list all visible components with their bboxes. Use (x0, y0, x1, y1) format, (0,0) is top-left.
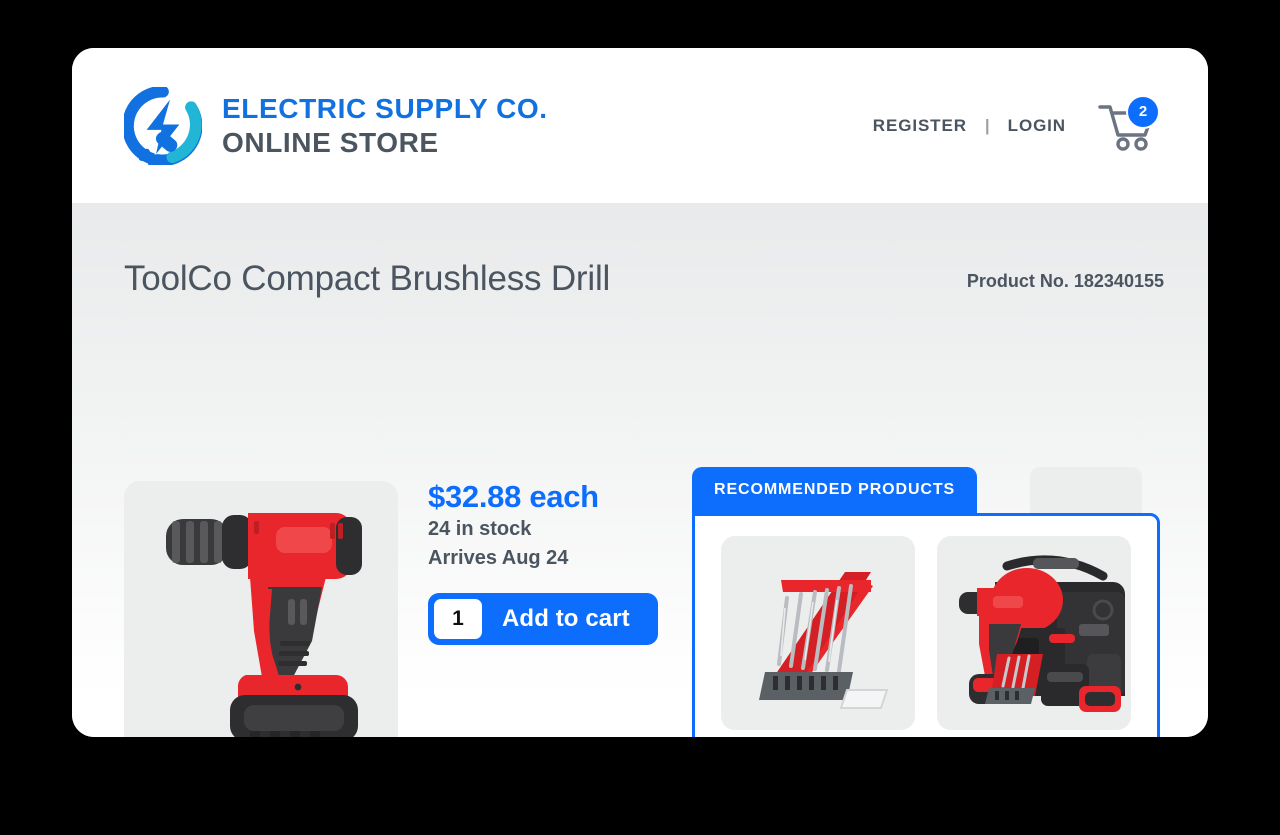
store-page-card: ELECTRIC SUPPLY CO. ONLINE STORE REGISTE… (72, 48, 1208, 737)
product-arrival-date: Arrives Aug 24 (428, 546, 569, 569)
recommended-item-2-image[interactable] (937, 536, 1131, 730)
product-title-row: ToolCo Compact Brushless Drill Product N… (124, 261, 1164, 296)
nav-separator: | (984, 115, 990, 135)
cart-button[interactable]: 2 (1098, 94, 1160, 153)
header-nav: REGISTER | LOGIN 2 (873, 94, 1160, 153)
product-hero-image[interactable] (124, 481, 398, 737)
quantity-input[interactable] (434, 598, 482, 639)
add-to-cart-control: Add to cart (428, 592, 658, 645)
cart-count-badge: 2 (1126, 94, 1160, 129)
cordless-drill-illustration (166, 513, 362, 737)
product-number: Product No. 182340155 (966, 271, 1164, 291)
recommended-item-1[interactable]: ToolCo 8pc Bit Set $9.43 each 112 in sto… (721, 536, 915, 737)
brand-logo[interactable]: ELECTRIC SUPPLY CO. ONLINE STORE (122, 85, 548, 166)
product-price: $32.88 each (428, 479, 599, 514)
recommended-item-2[interactable]: ToolCo Value Set $74.42 each 22 in stock (937, 536, 1131, 737)
brand-line-secondary: ONLINE STORE (222, 126, 439, 158)
shopping-cart-icon (1098, 104, 1156, 157)
add-to-cart-button[interactable]: Add to cart (482, 599, 652, 639)
recommended-item-1-image[interactable] (721, 536, 915, 730)
screen-background: ELECTRIC SUPPLY CO. ONLINE STORE REGISTE… (0, 0, 1280, 835)
product-stock: 24 in stock (428, 517, 532, 540)
site-header: ELECTRIC SUPPLY CO. ONLINE STORE REGISTE… (72, 48, 1208, 203)
page-title: ToolCo Compact Brushless Drill (124, 259, 611, 298)
tab-secondary-inactive[interactable] (1030, 467, 1142, 513)
brand-line-primary: ELECTRIC SUPPLY CO. (222, 93, 548, 125)
page-body: ToolCo Compact Brushless Drill Product N… (72, 203, 1208, 737)
recommended-products-section: RECOMMENDED PRODUCTS (692, 467, 1182, 737)
tab-recommended-products[interactable]: RECOMMENDED PRODUCTS (692, 467, 978, 513)
brand-name: ELECTRIC SUPPLY CO. ONLINE STORE (222, 93, 548, 158)
login-link[interactable]: LOGIN (1008, 116, 1066, 136)
register-link[interactable]: REGISTER (873, 116, 967, 136)
recommended-tabs: RECOMMENDED PRODUCTS (692, 467, 1182, 513)
recommended-grid: ToolCo 8pc Bit Set $9.43 each 112 in sto… (721, 536, 1157, 737)
recommended-panel: ToolCo 8pc Bit Set $9.43 each 112 in sto… (692, 513, 1160, 737)
buy-box: $32.88 each 24 in stock Arrives Aug 24 A… (428, 479, 718, 645)
lightning-plug-circle-logo-icon (122, 85, 203, 166)
